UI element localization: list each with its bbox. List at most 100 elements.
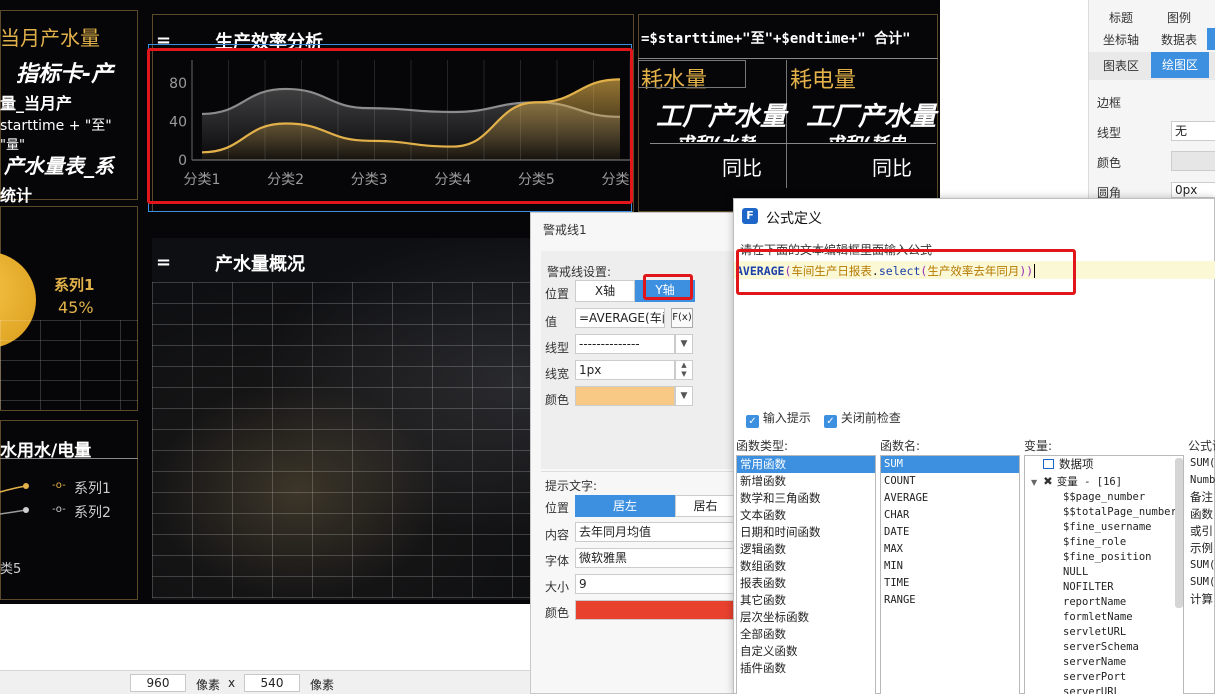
list-item[interactable]: 逻辑函数 [737,541,875,558]
scrollbar[interactable] [1175,458,1183,608]
font-label: 字体 [545,554,570,568]
func-type-list[interactable]: 常用函数 新增函数 数学和三角函数 文本函数 日期和时间函数 逻辑函数 数组函数… [736,455,876,694]
tab-datasheet[interactable]: 数据表 [1161,31,1197,48]
list-item[interactable]: serverURL [1025,685,1183,694]
list-item[interactable]: $fine_role [1025,535,1183,550]
chevron-down-icon[interactable]: ▼ [675,386,693,406]
starttime-text: starttime + "至" [0,118,112,134]
list-item[interactable]: TIME [881,575,1019,592]
list-item[interactable]: 自定义函数 [737,643,875,660]
list-item[interactable]: COUNT [881,473,1019,490]
tab-chart-area[interactable]: 图表区 [1103,57,1139,74]
list-item[interactable]: 全部函数 [737,626,875,643]
tab-title[interactable]: 标题 [1109,9,1133,26]
list-item[interactable]: 日期和时间函数 [737,524,875,541]
list-item[interactable]: $$page_number [1025,490,1183,505]
axis-cut: 类5 [0,562,22,577]
chevron-down-icon[interactable]: ▼ [675,334,693,354]
section-border: 边框 [1097,96,1122,110]
list-item[interactable]: $fine_username [1025,520,1183,535]
legend-marker-icon: -o- [52,504,66,515]
tab-selected-edge [1207,28,1215,50]
list-item[interactable]: formletName [1025,610,1183,625]
tab-legend[interactable]: 图例 [1167,9,1191,26]
desc-header: 公式说 [1188,439,1215,453]
list-item[interactable]: $fine_position [1025,550,1183,565]
list-item[interactable]: MIN [881,558,1019,575]
line-type-select[interactable]: 无 [1171,121,1215,141]
list-item[interactable]: 层次坐标函数 [737,609,875,626]
tab-plot-area[interactable]: 绘图区 [1151,52,1209,78]
variable-tree[interactable]: 数据项 ▼ ✖ 变量 - [16] $$page_number $$totalPag… [1024,455,1184,694]
list-item[interactable]: 文本函数 [737,507,875,524]
content-input[interactable]: 去年同月均值 [575,522,736,542]
opt-hint-checkbox[interactable]: ✓ 输入提示 [746,409,811,428]
section-warn-settings: 警戒线设置: [547,265,612,279]
list-item[interactable]: 报表函数 [737,575,875,592]
list-item[interactable]: 常用函数 [737,456,875,473]
linetype-select[interactable]: -------------- [575,334,675,354]
col-water-box [638,60,746,88]
unit-label: 像素 [196,678,221,692]
list-item[interactable]: DATE [881,524,1019,541]
summary-formula: =$starttime+"至"+$endtime+" 合计" [641,31,911,47]
radius-input[interactable]: 0px [1171,182,1215,198]
list-item[interactable]: serverPort [1025,670,1183,685]
list-item[interactable]: reportName [1025,595,1183,610]
desc-line: SUM( [1190,457,1215,469]
list-item[interactable]: serverSchema [1025,640,1183,655]
x-axis-option[interactable]: X轴 [575,280,635,302]
app-logo-icon: F [742,208,758,224]
formula-dialog[interactable]: F 公式定义 请在下面的文本编辑框里面输入公式 AVERAGE(车间生产日报表.… [733,198,1215,694]
opt-check-label: 关闭前检查 [840,411,901,425]
value-input[interactable]: =AVERAGE(车间 [575,308,665,328]
tree-root[interactable]: 数据项 [1025,456,1183,473]
legend-marker-icon: -o- [52,480,66,491]
warning-line-dialog[interactable]: 警戒线1 警戒线设置: 位置 X轴 Y轴 值 =AVERAGE(车间 F(x) … [530,212,736,694]
list-item[interactable]: 数组函数 [737,558,875,575]
list-item[interactable]: 其它函数 [737,592,875,609]
size-input[interactable]: 9 [575,574,736,594]
canvas-height-input[interactable]: 540 [244,674,300,692]
unit-label: 像素 [310,678,335,692]
stepper-icon[interactable]: ▲ ▼ [675,360,693,380]
desc-line: 示例 [1190,541,1213,555]
formula-description: SUM( Numb 备注 函数 或引 示例 SUM( SUM( 计算 [1188,455,1215,694]
line-color-swatch[interactable] [575,386,675,406]
text-color-swatch[interactable] [575,600,736,620]
linewidth-input[interactable]: 1px [575,360,675,380]
list-item[interactable]: MAX [881,541,1019,558]
list-item[interactable]: AVERAGE [881,490,1019,507]
func-name-list[interactable]: SUM COUNT AVERAGE CHAR DATE MAX MIN TIME… [880,455,1020,694]
opt-check-checkbox[interactable]: ✓ 关闭前检查 [824,409,901,428]
desc-line: Numb [1190,474,1215,486]
hint-left-option[interactable]: 居左 [575,495,675,517]
pos-label: 位置 [545,287,570,301]
formula-fx-button[interactable]: F(x) [671,308,693,328]
list-item[interactable]: CHAR [881,507,1019,524]
hint-pos-label: 位置 [545,501,570,515]
list-item[interactable]: $$totalPage_number [1025,505,1183,520]
overview-prefix: = [156,252,172,273]
list-item[interactable]: 数学和三角函数 [737,490,875,507]
font-select[interactable]: 微软雅黑 [575,548,736,568]
tree-root-label: 数据项 [1059,457,1094,471]
list-item[interactable]: SUM [881,456,1019,473]
canvas-margin [940,0,1088,198]
list-item[interactable]: NULL [1025,565,1183,580]
tree-group[interactable]: ▼ ✖ 变量 - [16] [1025,473,1183,490]
list-item[interactable]: serverName [1025,655,1183,670]
list-item[interactable]: servletURL [1025,625,1183,640]
var-header: 变量: [1024,439,1053,453]
tab-axis[interactable]: 坐标轴 [1103,31,1139,48]
list-item[interactable]: NOFILTER [1025,580,1183,595]
list-item[interactable]: 插件函数 [737,660,875,677]
divider [786,60,787,188]
canvas-width-input[interactable]: 960 [130,674,186,692]
hint-right-option[interactable]: 居右 [675,495,736,517]
color-picker[interactable] [1171,151,1215,171]
list-item[interactable]: RANGE [881,592,1019,609]
list-item[interactable]: 新增函数 [737,473,875,490]
big-water: 工厂产水量 [656,102,787,132]
section-hint-text: 提示文字: [545,479,598,493]
